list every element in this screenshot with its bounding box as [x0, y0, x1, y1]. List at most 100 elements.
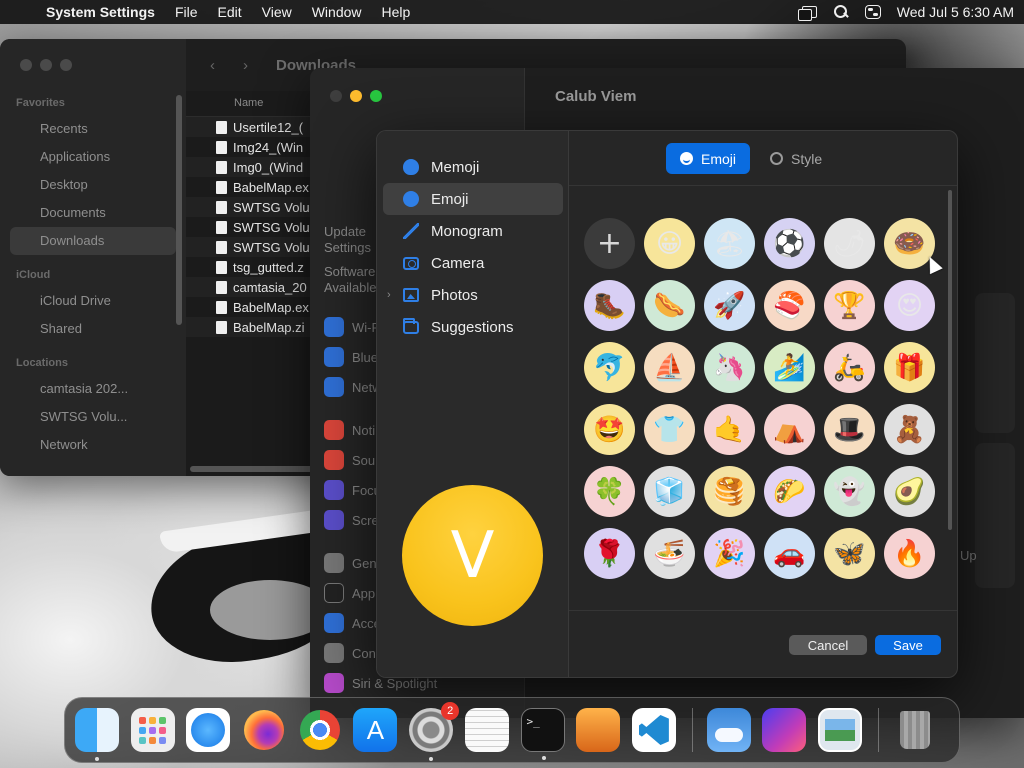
- emoji-option[interactable]: 🌮: [764, 466, 815, 517]
- sidebar-item-settings[interactable]: Settings: [324, 240, 371, 255]
- close-button[interactable]: [330, 90, 342, 102]
- sidebar-item-focus[interactable]: Focu: [324, 480, 381, 500]
- file-row[interactable]: SWTSG Volu: [186, 197, 316, 217]
- menu-window[interactable]: Window: [312, 4, 362, 20]
- menu-view[interactable]: View: [262, 4, 292, 20]
- file-row[interactable]: SWTSG Volu: [186, 217, 316, 237]
- chrome-icon[interactable]: [298, 708, 342, 752]
- app-menu[interactable]: System Settings: [46, 4, 155, 20]
- emoji-option[interactable]: 🍜: [644, 528, 695, 579]
- menu-file[interactable]: File: [175, 4, 198, 20]
- emoji-option[interactable]: ⛺: [764, 404, 815, 455]
- sidebar-item-notifications[interactable]: Noti: [324, 420, 375, 440]
- safari-icon[interactable]: [186, 708, 231, 752]
- emoji-option[interactable]: 🍣: [764, 280, 815, 331]
- file-row[interactable]: BabelMap.ex: [186, 177, 316, 197]
- nav-item-monogram[interactable]: Monogram: [383, 215, 563, 247]
- file-row[interactable]: SWTSG Volu: [186, 237, 316, 257]
- emoji-option[interactable]: 🥞: [704, 466, 755, 517]
- nav-item-photos[interactable]: › Photos: [383, 279, 563, 311]
- sidebar-item-accessibility[interactable]: Acce: [324, 613, 381, 633]
- app-store-icon[interactable]: A: [353, 708, 398, 752]
- sidebar-item-documents[interactable]: Documents: [10, 199, 176, 227]
- emoji-option[interactable]: 🔥: [884, 528, 935, 579]
- sidebar-item-recents[interactable]: Recents: [10, 115, 176, 143]
- zoom-button[interactable]: [60, 59, 72, 71]
- sidebar-item-screen-time[interactable]: Scre: [324, 510, 379, 530]
- file-row[interactable]: tsg_gutted.z: [186, 257, 316, 277]
- file-row[interactable]: Img0_(Wind: [186, 157, 316, 177]
- sidebar-item-sound[interactable]: Sou: [324, 450, 375, 470]
- sidebar-item-available[interactable]: Available: [324, 280, 377, 295]
- emoji-option[interactable]: 🧊: [644, 466, 695, 517]
- menubar-clock[interactable]: Wed Jul 5 6:30 AM: [897, 4, 1014, 20]
- emoji-option[interactable]: 🛵: [824, 342, 875, 393]
- emoji-option[interactable]: 🚗: [764, 528, 815, 579]
- column-header-name[interactable]: Name: [186, 91, 316, 117]
- system-settings-icon[interactable]: 2: [409, 702, 460, 761]
- terminal-icon[interactable]: >_: [520, 708, 565, 760]
- screen-mirroring-icon[interactable]: [797, 6, 817, 21]
- file-row[interactable]: Img24_(Win: [186, 137, 316, 157]
- tab-style[interactable]: Style: [756, 143, 836, 174]
- emoji-option[interactable]: 🎩: [824, 404, 875, 455]
- file-row[interactable]: camtasia_20: [186, 277, 316, 297]
- minimize-button[interactable]: [350, 90, 362, 102]
- menu-help[interactable]: Help: [382, 4, 411, 20]
- emoji-option[interactable]: 🦄: [704, 342, 755, 393]
- control-center-icon[interactable]: [864, 5, 881, 19]
- file-row[interactable]: Usertile12_(: [186, 117, 316, 137]
- nav-item-camera[interactable]: Camera: [383, 247, 563, 279]
- emoji-option[interactable]: 🌹: [584, 528, 635, 579]
- emoji-option[interactable]: 😀: [644, 218, 695, 269]
- preview-icon[interactable]: [817, 708, 862, 752]
- file-row[interactable]: BabelMap.ex: [186, 297, 316, 317]
- emoji-option[interactable]: 🤩: [584, 404, 635, 455]
- nav-item-memoji[interactable]: Memoji: [383, 151, 563, 183]
- sidebar-item-bluetooth[interactable]: Blue: [324, 347, 378, 367]
- emoji-option[interactable]: 👻: [824, 466, 875, 517]
- finder-icon[interactable]: [75, 708, 119, 761]
- emoji-option[interactable]: 🏆: [824, 280, 875, 331]
- sidebar-item-downloads[interactable]: Downloads: [10, 227, 176, 255]
- emoji-grid-scrollbar[interactable]: [948, 190, 952, 530]
- spotlight-search-icon[interactable]: [833, 5, 849, 19]
- sidebar-item-general[interactable]: Gen: [324, 553, 377, 573]
- sidebar-item-software[interactable]: Software: [324, 264, 375, 279]
- sidebar-item-wifi[interactable]: Wi-Fi: [324, 317, 382, 337]
- textedit-icon[interactable]: [464, 708, 509, 752]
- emoji-option[interactable]: 🧸: [884, 404, 935, 455]
- emoji-option[interactable]: 🥾: [584, 280, 635, 331]
- vscode-icon[interactable]: [631, 708, 676, 752]
- sidebar-item-control-center[interactable]: Con: [324, 643, 376, 663]
- firefox-icon[interactable]: [242, 708, 286, 752]
- tab-emoji[interactable]: Emoji: [666, 143, 751, 174]
- emoji-option[interactable]: ⛵: [644, 342, 695, 393]
- garageband-icon[interactable]: [576, 708, 621, 752]
- back-icon[interactable]: ‹: [210, 57, 215, 74]
- emoji-option[interactable]: 🐬: [584, 342, 635, 393]
- cancel-button[interactable]: Cancel: [789, 635, 867, 655]
- sidebar-item-shared[interactable]: Shared: [10, 315, 176, 343]
- emoji-option[interactable]: 🌶: [824, 218, 875, 269]
- sidebar-item-swtsg[interactable]: SWTSG Volu...: [10, 403, 176, 431]
- emoji-option[interactable]: ⚽: [764, 218, 815, 269]
- emoji-option[interactable]: 🤙: [704, 404, 755, 455]
- emoji-option[interactable]: 🥑: [884, 466, 935, 517]
- file-list-scrollbar[interactable]: [190, 466, 320, 472]
- sidebar-item-network[interactable]: Network: [10, 431, 176, 459]
- launchpad-icon[interactable]: [130, 708, 175, 752]
- emoji-option[interactable]: 🦋: [824, 528, 875, 579]
- emoji-option[interactable]: 🎉: [704, 528, 755, 579]
- emoji-option[interactable]: 🌭: [644, 280, 695, 331]
- sidebar-item-appearance[interactable]: App: [324, 583, 375, 603]
- save-button[interactable]: Save: [875, 635, 941, 655]
- sidebar-item-applications[interactable]: Applications: [10, 143, 176, 171]
- nav-item-suggestions[interactable]: Suggestions: [383, 311, 563, 343]
- emoji-option[interactable]: 👕: [644, 404, 695, 455]
- sidebar-item-network[interactable]: Netw: [324, 377, 382, 397]
- sidebar-scrollbar[interactable]: [176, 95, 182, 325]
- forward-icon[interactable]: ›: [243, 57, 248, 74]
- zoom-button[interactable]: [370, 90, 382, 102]
- sidebar-item-update[interactable]: Update: [324, 224, 366, 239]
